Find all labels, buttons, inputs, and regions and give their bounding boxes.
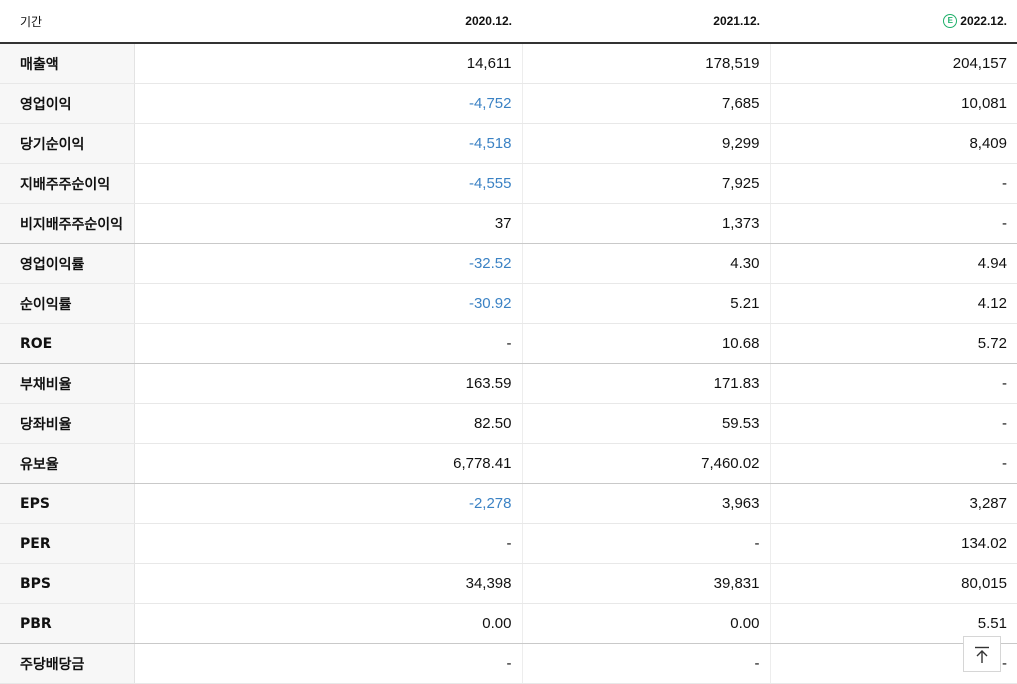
- scroll-to-top-button[interactable]: [963, 636, 1001, 672]
- value-cell: 0.00: [522, 603, 771, 644]
- table-row: 부채비율 163.59 171.83-: [0, 363, 1017, 404]
- value-cell: -: [770, 403, 1017, 444]
- period-2020-header: 2020.12.: [134, 0, 522, 44]
- row-label: 순이익률: [0, 283, 135, 324]
- estimate-icon: E: [943, 14, 958, 29]
- value-cell: -: [134, 323, 523, 364]
- table-row: 당좌비율 82.50 59.53-: [0, 403, 1017, 444]
- arrow-up-to-top-icon: [975, 646, 989, 663]
- value-cell: 10.68: [522, 323, 771, 364]
- value-cell: 3,963: [522, 483, 771, 524]
- value-cell: 204,157: [770, 43, 1017, 84]
- value-cell: -4,752: [134, 83, 523, 124]
- table-row: 순이익률 -30.92 5.21 4.12: [0, 283, 1017, 324]
- row-label: 비지배주주순이익: [0, 203, 135, 244]
- value-cell: 39,831: [522, 563, 771, 604]
- value-cell: 7,460.02: [522, 443, 771, 484]
- value-cell: -: [770, 203, 1017, 244]
- value-cell: 5.21: [522, 283, 771, 324]
- row-label: 당좌비율: [0, 403, 135, 444]
- table-row: 영업이익률 -32.52 4.30 4.94: [0, 243, 1017, 284]
- value-cell: -32.52: [134, 243, 523, 284]
- value-cell: 7,685: [522, 83, 771, 124]
- value-cell: -: [134, 523, 523, 564]
- value-cell: -4,555: [134, 163, 523, 204]
- value-cell: 4.12: [770, 283, 1017, 324]
- table-header-row: 기간 2020.12. 2021.12. E 2022.12.: [0, 0, 1017, 44]
- row-label: ROE: [0, 323, 135, 364]
- value-cell: 3,287: [770, 483, 1017, 524]
- value-cell: 80,015: [770, 563, 1017, 604]
- table-row: 당기순이익 -4,518 9,299 8,409: [0, 123, 1017, 164]
- row-label: PBR: [0, 603, 135, 644]
- row-label: 매출액: [0, 43, 135, 84]
- value-cell: 8,409: [770, 123, 1017, 164]
- table-row: BPS 34,398 39,831 80,015: [0, 563, 1017, 604]
- table-row: EPS -2,278 3,963 3,287: [0, 483, 1017, 524]
- period-2022-label: 2022.12.: [960, 13, 1007, 28]
- value-cell: -: [522, 523, 771, 564]
- value-cell: 37: [134, 203, 523, 244]
- row-label: 당기순이익: [0, 123, 135, 164]
- period-2021-header: 2021.12.: [522, 0, 770, 44]
- table-row: ROE -10.68 5.72: [0, 323, 1017, 364]
- value-cell: 171.83: [522, 363, 771, 404]
- row-label: 부채비율: [0, 363, 135, 404]
- value-cell: 6,778.41: [134, 443, 523, 484]
- value-cell: -2,278: [134, 483, 523, 524]
- value-cell: 163.59: [134, 363, 523, 404]
- period-2022-header: E 2022.12.: [770, 0, 1017, 44]
- value-cell: -: [770, 363, 1017, 404]
- row-label: PER: [0, 523, 135, 564]
- table-row: 주당배당금 - - -: [0, 643, 1017, 684]
- value-cell: 34,398: [134, 563, 523, 604]
- row-label: 영업이익: [0, 83, 135, 124]
- table-row: PBR 0.00 0.00 5.51: [0, 603, 1017, 644]
- row-label: 지배주주순이익: [0, 163, 135, 204]
- financial-summary-table: 기간 2020.12. 2021.12. E 2022.12. 매출액 14,611…: [0, 0, 1017, 684]
- value-cell: 4.94: [770, 243, 1017, 284]
- value-cell: 10,081: [770, 83, 1017, 124]
- table-row: 지배주주순이익 -4,555 7,925-: [0, 163, 1017, 204]
- table-row: PER - -134.02: [0, 523, 1017, 564]
- value-cell: 1,373: [522, 203, 771, 244]
- row-label: BPS: [0, 563, 135, 604]
- value-cell: 7,925: [522, 163, 771, 204]
- value-cell: -: [770, 163, 1017, 204]
- table-row: 매출액 14,611 178,519 204,157: [0, 43, 1017, 84]
- row-label: 유보율: [0, 443, 135, 484]
- table-row: 유보율 6,778.41 7,460.02-: [0, 443, 1017, 484]
- value-cell: 14,611: [134, 43, 523, 84]
- value-cell: -: [770, 443, 1017, 484]
- value-cell: 5.72: [770, 323, 1017, 364]
- value-cell: -: [134, 643, 523, 684]
- value-cell: 134.02: [770, 523, 1017, 564]
- value-cell: 0.00: [134, 603, 523, 644]
- row-label: 주당배당금: [0, 643, 135, 684]
- value-cell: 4.30: [522, 243, 771, 284]
- value-cell: 178,519: [522, 43, 771, 84]
- value-cell: -4,518: [134, 123, 523, 164]
- table-row: 비지배주주순이익 37 1,373-: [0, 203, 1017, 244]
- value-cell: -30.92: [134, 283, 523, 324]
- value-cell: 59.53: [522, 403, 771, 444]
- row-label: EPS: [0, 483, 135, 524]
- period-header-label: 기간: [0, 0, 134, 44]
- value-cell: 82.50: [134, 403, 523, 444]
- value-cell: -: [522, 643, 771, 684]
- row-label: 영업이익률: [0, 243, 135, 284]
- value-cell: 9,299: [522, 123, 771, 164]
- table-row: 영업이익 -4,752 7,685 10,081: [0, 83, 1017, 124]
